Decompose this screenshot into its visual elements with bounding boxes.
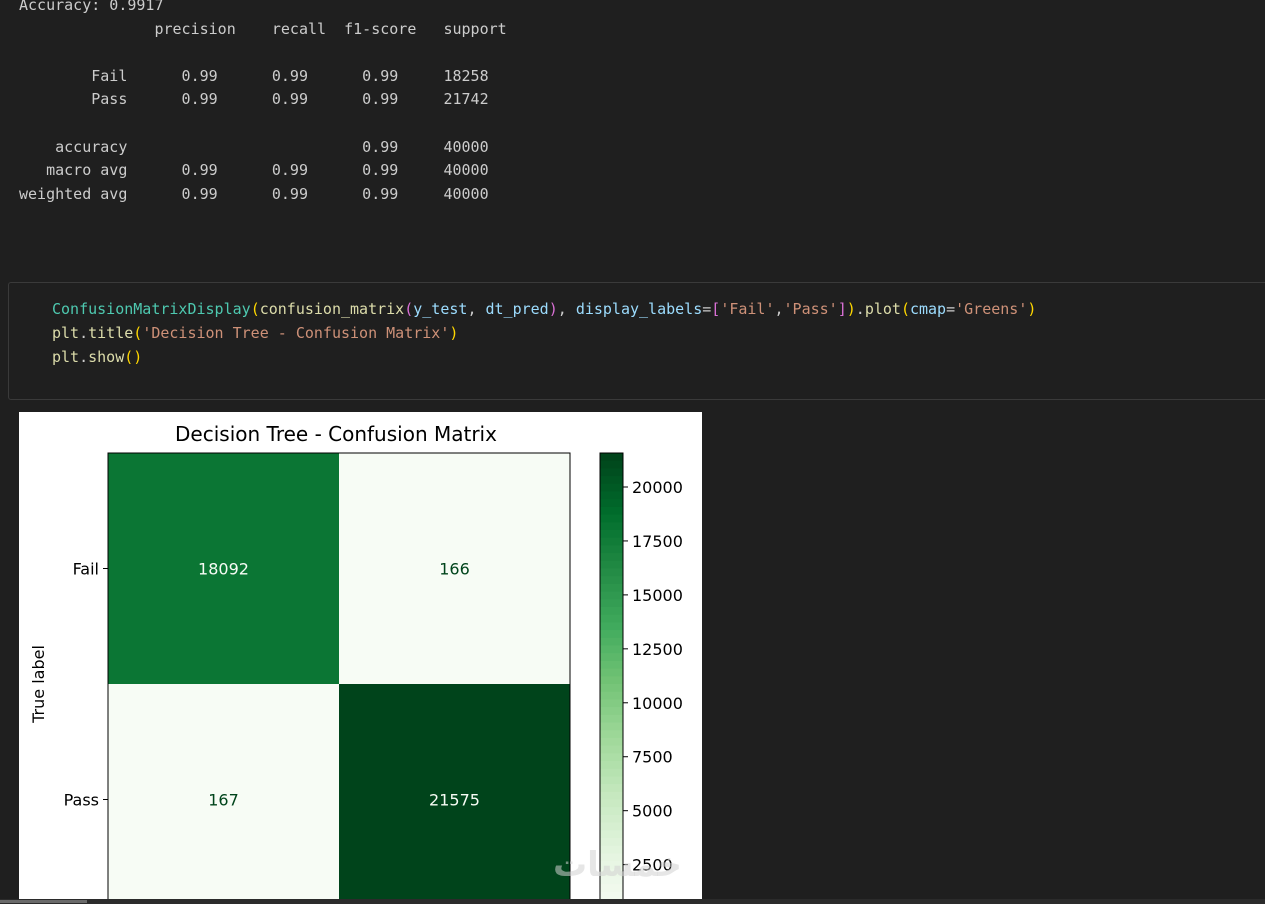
colorbar-segment: [600, 668, 623, 677]
colorbar-segment: [600, 483, 623, 493]
colorbar-segment: [600, 807, 623, 816]
classification-report-output: Accuracy: 0.9917 precision recall f1-sco…: [19, 0, 507, 203]
colorbar-segment: [600, 607, 623, 616]
horizontal-scrollbar[interactable]: [0, 899, 1265, 904]
colorbar-segment: [600, 583, 623, 593]
colorbar-segment: [600, 499, 623, 508]
colorbar-segment: [600, 599, 623, 608]
colorbar-segment: [600, 830, 623, 839]
colorbar-segment: [600, 476, 623, 485]
colorbar-tick-label: 5000: [632, 802, 673, 821]
colorbar-segment: [600, 737, 623, 747]
y-tick-label: Pass: [64, 791, 99, 810]
colorbar-segment: [600, 691, 623, 700]
colorbar-segment: [600, 637, 623, 647]
code-editor[interactable]: ConfusionMatrixDisplay(confusion_matrix(…: [52, 297, 1036, 369]
colorbar-segment: [600, 753, 623, 762]
colorbar-segment: [600, 553, 623, 562]
y-axis-label: True label: [29, 645, 48, 724]
colorbar-segment: [600, 530, 623, 539]
confusion-matrix-figure: Decision Tree - Confusion Matrix 18092 166…: [19, 412, 702, 904]
colorbar-segment: [600, 491, 623, 500]
colorbar-tick-label: 10000: [632, 694, 683, 713]
colorbar-segment: [600, 814, 623, 824]
colorbar-segment: [600, 576, 623, 585]
cell-value-label: 167: [208, 791, 239, 810]
code-line-3: plt.show(): [52, 348, 143, 366]
colorbar-segment: [600, 745, 623, 754]
colorbar-segment: [600, 468, 623, 477]
colorbar-segment: [600, 730, 623, 739]
colorbar-segment: [600, 884, 623, 893]
colorbar-tick-label: 17500: [632, 532, 683, 551]
colorbar-segment: [600, 714, 623, 724]
colorbar-segment: [600, 699, 623, 708]
colorbar-segment: [600, 768, 623, 777]
y-tick-label: Fail: [73, 560, 99, 579]
colorbar-segment: [600, 822, 623, 831]
colorbar-segment: [600, 799, 623, 808]
colorbar-segment: [600, 791, 623, 801]
chart-title: Decision Tree - Confusion Matrix: [175, 422, 497, 446]
colorbar-segment: [600, 676, 623, 685]
colorbar-tick-label: 12500: [632, 640, 683, 659]
colorbar-segment: [600, 560, 623, 570]
confusion-matrix-chart: Decision Tree - Confusion Matrix 18092 166…: [29, 422, 683, 904]
colorbar-segment: [600, 522, 623, 531]
colorbar-segment: [600, 653, 623, 662]
colorbar-segment: [600, 460, 623, 469]
colorbar-segment: [600, 591, 623, 600]
code-line-2: plt.title('Decision Tree - Confusion Mat…: [52, 324, 459, 342]
colorbar-segment: [600, 630, 623, 639]
cell-value-label: 166: [439, 560, 470, 579]
colorbar-segment: [600, 453, 623, 462]
colorbar-segment: [600, 761, 623, 770]
colorbar-tick-label: 7500: [632, 748, 673, 767]
colorbar-segment: [600, 722, 623, 731]
colorbar-segment: [600, 622, 623, 631]
colorbar-segment: [600, 776, 623, 785]
colorbar-segment: [600, 537, 623, 546]
colorbar-segment: [600, 506, 623, 516]
code-cell[interactable]: ConfusionMatrixDisplay(confusion_matrix(…: [8, 282, 1265, 400]
colorbar-segment: [600, 645, 623, 654]
watermark-logo: خمسات: [553, 845, 682, 885]
cell-value-label: 18092: [198, 560, 249, 579]
colorbar-tick-label: 15000: [632, 586, 683, 605]
colorbar-segment: [600, 707, 623, 716]
colorbar-segment: [600, 684, 623, 693]
colorbar-segment: [600, 545, 623, 554]
code-line-1: ConfusionMatrixDisplay(confusion_matrix(…: [52, 300, 1037, 318]
colorbar-segment: [600, 568, 623, 577]
colorbar-segment: [600, 784, 623, 793]
colorbar-tick-label: 20000: [632, 478, 683, 497]
colorbar-segment: [600, 514, 623, 523]
colorbar-segment: [600, 614, 623, 623]
colorbar-segment: [600, 660, 623, 670]
cell-value-label: 21575: [429, 791, 480, 810]
scrollbar-thumb[interactable]: [0, 900, 87, 903]
